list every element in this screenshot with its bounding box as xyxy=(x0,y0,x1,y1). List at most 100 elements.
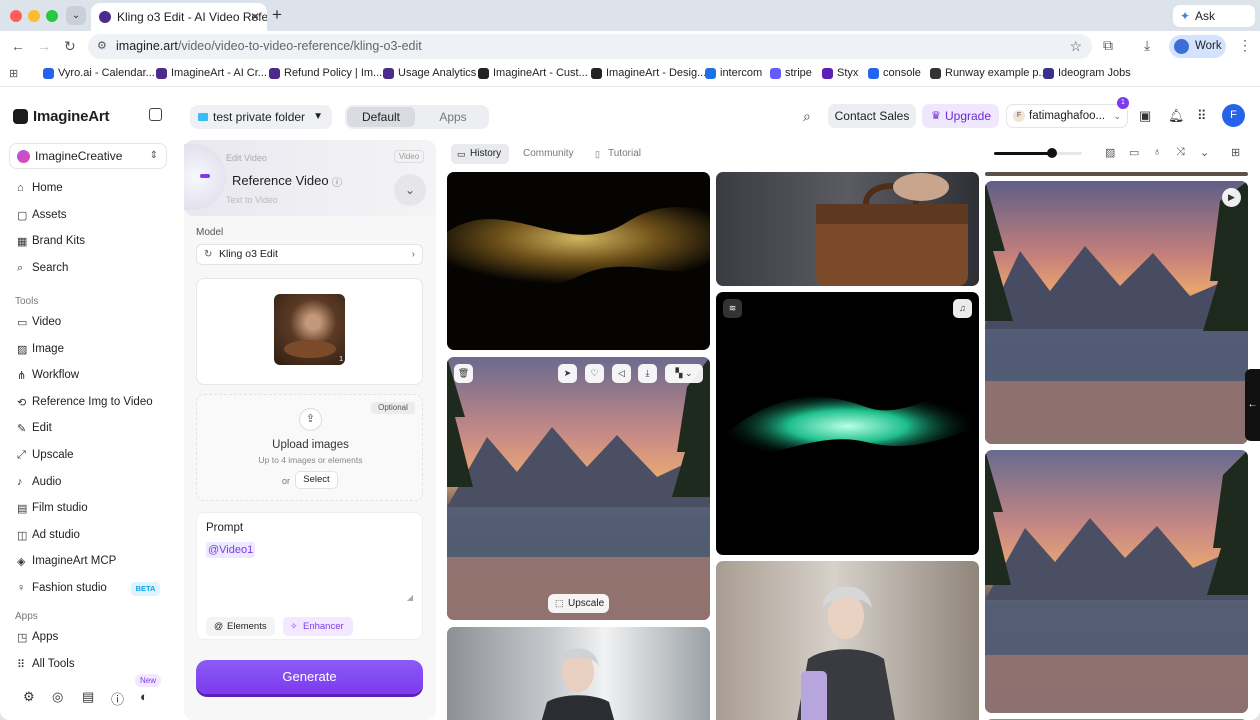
sidebar-item-fashion-studio[interactable]: ♀ Fashion studio xyxy=(17,582,107,594)
settings-gear-icon[interactable]: ⚙ xyxy=(23,689,35,705)
bookmark-5[interactable]: ImagineArt - Desig... xyxy=(591,67,706,79)
zoom-slider[interactable] xyxy=(994,148,1082,158)
play-icon[interactable]: ▶ xyxy=(1222,188,1241,207)
sidebar-item-brand-kits[interactable]: ▦ Brand Kits xyxy=(17,235,85,248)
gallery-item-green-wave[interactable]: ≋ ♫ xyxy=(716,292,979,555)
sidebar-item-film-studio[interactable]: ▤ Film studio xyxy=(17,502,88,515)
contact-sales-button[interactable]: Contact Sales xyxy=(828,104,916,128)
sidebar-item-home[interactable]: ⌂ Home xyxy=(17,182,63,194)
tab-tutorial[interactable]: ▯ Tutorial xyxy=(589,144,649,164)
tab-search-chevron-icon[interactable]: ⌄ xyxy=(66,6,86,25)
heart-icon[interactable]: ♡ xyxy=(585,364,604,383)
gallery-item-golden-wave[interactable] xyxy=(447,172,710,350)
profile-chip[interactable]: Work xyxy=(1169,35,1226,58)
resize-handle-icon[interactable]: ◢ xyxy=(407,593,413,602)
audio-wave-icon[interactable]: ≋ xyxy=(723,299,742,318)
bookmark-3[interactable]: Usage Analytics xyxy=(383,67,476,79)
expand-panel-arrow-icon[interactable]: ← xyxy=(1245,369,1260,441)
address-bar[interactable]: ⚙ imagine.art/video/video-to-video-refer… xyxy=(88,34,1092,59)
sidebar-item-image[interactable]: ▨ Image xyxy=(17,343,64,356)
browser-menu-kebab-icon[interactable]: ⋮ xyxy=(1238,37,1252,54)
elements-button[interactable]: @ Elements xyxy=(206,617,275,636)
select-button[interactable]: Select xyxy=(295,471,338,489)
docs-icon[interactable]: ▤ xyxy=(82,689,94,705)
tab-history[interactable]: ▭ History xyxy=(451,144,510,164)
music-note-icon[interactable]: ♫ xyxy=(953,299,972,318)
close-window-button[interactable] xyxy=(10,10,22,22)
prompt-textarea[interactable]: Prompt @Video1 ◢ @ Elements ✧ Enhancer xyxy=(196,512,423,640)
sidebar-item-workflow[interactable]: ⋔ Workflow xyxy=(17,369,79,382)
gallery-item-woman-bottle[interactable] xyxy=(716,561,979,720)
download-icon[interactable]: ⤓ xyxy=(1144,37,1150,54)
bookmark-10[interactable]: Runway example p... xyxy=(930,67,1048,79)
zoom-slider-knob[interactable] xyxy=(1047,148,1058,158)
mode-header[interactable]: Edit Video Reference Video ⓘ Text to Vid… xyxy=(184,140,436,216)
sidebar-item-apps[interactable]: ◳ Apps xyxy=(17,631,58,644)
new-tab-plus-icon[interactable]: + xyxy=(272,5,282,25)
minimize-window-button[interactable] xyxy=(28,10,40,22)
sidebar-item-edit[interactable]: ✎ Edit xyxy=(17,422,52,435)
video-filter-icon[interactable]: ▭ xyxy=(1129,146,1139,159)
bell-icon[interactable]: 🔔︎ xyxy=(1168,108,1185,124)
site-settings-icon[interactable]: ⚙ xyxy=(97,34,107,59)
search-icon[interactable]: ⌕ xyxy=(803,108,811,125)
download-icon[interactable]: ⤓ xyxy=(638,364,657,383)
shuffle-icon[interactable]: ⤨ xyxy=(1176,146,1185,159)
model-selector[interactable]: ↻ Kling o3 Edit › xyxy=(196,244,423,265)
chat-icon[interactable]: ▣ xyxy=(1139,108,1151,124)
gallery-item-top-edge[interactable] xyxy=(985,172,1248,176)
bookmark-2[interactable]: Refund Policy | Im... xyxy=(269,67,382,79)
generate-button[interactable]: Generate xyxy=(196,660,423,694)
gallery-item-mountain-lake-2[interactable]: ▶ xyxy=(985,181,1248,444)
bookmark-1[interactable]: ImagineArt - AI Cr... xyxy=(156,67,267,79)
sidebar-item-assets[interactable]: ▢ Assets xyxy=(17,209,67,222)
ask-gemini-button[interactable]: ✦ Ask Gemini xyxy=(1173,5,1255,45)
sidebar-item-ad-studio[interactable]: ◫ Ad studio xyxy=(17,529,80,542)
gallery-item-woman-street[interactable] xyxy=(447,627,710,720)
maximize-window-button[interactable] xyxy=(46,10,58,22)
bookmark-8[interactable]: Styx xyxy=(822,67,858,79)
apps-grid-icon[interactable]: ⠿ xyxy=(1197,108,1207,124)
segment-default[interactable]: Default xyxy=(347,107,415,127)
bookmark-9[interactable]: console xyxy=(868,67,921,79)
reference-video-slot[interactable]: 1 xyxy=(196,278,423,385)
bookmark-4[interactable]: ImagineArt - Cust... xyxy=(478,67,588,79)
image-filter-icon[interactable]: ▨ xyxy=(1105,146,1115,159)
reference-video-thumbnail[interactable]: 1 xyxy=(274,294,345,365)
discord-icon[interactable]: ◎ xyxy=(52,689,63,705)
enhancer-button[interactable]: ✧ Enhancer xyxy=(283,617,353,636)
reload-icon[interactable]: ↻ xyxy=(64,38,76,55)
bookmark-6[interactable]: intercom xyxy=(705,67,762,79)
info-icon[interactable]: ⓘ xyxy=(332,174,342,189)
sidebar-item-all-tools[interactable]: ⠿ All Tools xyxy=(17,658,75,671)
gallery-item-mountain-lake-3[interactable] xyxy=(985,450,1248,713)
sidebar-toggle-icon[interactable] xyxy=(149,108,162,121)
sidebar-item-audio[interactable]: ♪ Audio xyxy=(17,476,61,488)
theme-palette-icon[interactable]: ◐ xyxy=(140,689,148,704)
upload-images-dropzone[interactable]: Optional ⇪ Upload images Up to 4 images … xyxy=(196,394,423,501)
sidebar-item-video[interactable]: ▭ Video xyxy=(17,316,61,329)
video-mention-chip[interactable]: @Video1 xyxy=(206,542,256,558)
folder-selector[interactable]: test private folder ▼ xyxy=(190,105,332,129)
brand-logo[interactable]: ImagineArt xyxy=(13,108,110,125)
workspace-selector[interactable]: ImagineCreative ⇕ xyxy=(9,143,167,169)
tab-community[interactable]: Community xyxy=(515,144,582,164)
apps-grid-icon[interactable]: ⊞ xyxy=(9,67,18,80)
sidebar-item-imagineart-mcp[interactable]: ◈ ImagineArt MCP xyxy=(17,555,116,568)
close-tab-icon[interactable]: ✕ xyxy=(250,3,260,31)
sidebar-item-reference-img-to-video[interactable]: ⟲ Reference Img to Video xyxy=(17,396,153,409)
chevron-down-icon[interactable]: ⌄ xyxy=(1200,146,1209,159)
back-arrow-icon[interactable]: ← xyxy=(11,38,25,54)
gallery-item-leather-bag[interactable] xyxy=(716,172,979,286)
bookmark-0[interactable]: Vyro.ai - Calendar... xyxy=(43,67,155,79)
gallery-item-mountain-lake-selected[interactable]: 🗑︎ ➤ ♡ ◁ ⤓ ▚ ⌄ ⬚ Upscale xyxy=(447,357,710,620)
bookmark-star-icon[interactable]: ☆ xyxy=(1069,34,1082,59)
browser-tab[interactable]: Kling o3 Edit - AI Video Refer ✕ xyxy=(91,3,267,31)
share-icon[interactable]: ➤ xyxy=(558,364,577,383)
sidebar-item-upscale[interactable]: ⤢ Upscale xyxy=(17,449,74,461)
delete-icon[interactable]: 🗑︎ xyxy=(454,364,473,383)
upload-icon[interactable]: ⇪ xyxy=(299,408,322,431)
upscale-button[interactable]: ⬚ Upscale xyxy=(548,594,609,613)
upgrade-button[interactable]: ♛ Upgrade xyxy=(922,104,999,128)
more-actions-icon[interactable]: ▚ ⌄ xyxy=(665,364,703,383)
